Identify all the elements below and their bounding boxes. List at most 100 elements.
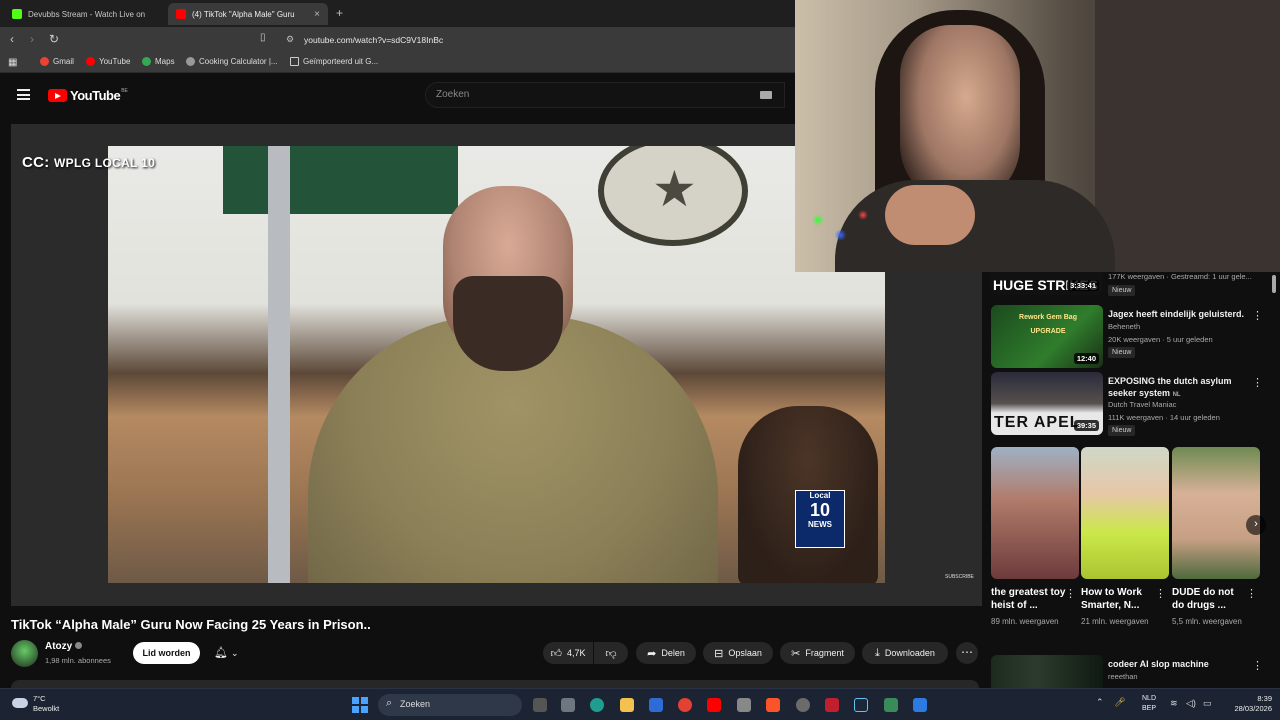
hamburger-menu-icon[interactable]	[17, 89, 30, 100]
kebab-menu-icon[interactable]: ⋮	[1155, 587, 1166, 600]
bookmark-youtube[interactable]: YouTube	[86, 57, 130, 66]
webcam-background-shelf	[1095, 0, 1280, 272]
subscriber-count: 1,98 mln. abonnees	[45, 656, 111, 665]
video-title: EXPOSING the dutch asylum seeker system …	[1108, 376, 1232, 398]
clip-button[interactable]: ✂ Fragment	[780, 642, 855, 664]
bell-icon: 🔔︎	[214, 647, 228, 659]
channel-name[interactable]: reeethan	[1108, 672, 1138, 681]
site-info-icon[interactable]: ⚙	[286, 34, 294, 45]
task-view-icon[interactable]	[533, 698, 547, 712]
windows-start-icon[interactable]	[352, 697, 368, 713]
volume-icon[interactable]: ◁)	[1186, 698, 1196, 709]
save-bookmark-icon: ⊟	[714, 647, 724, 660]
dislike-button[interactable]: 👎︎	[594, 642, 628, 664]
channel-name[interactable]: Atozy	[45, 641, 83, 652]
download-icon: ⤓	[875, 646, 880, 659]
system-tray[interactable]: ⌃ 🎤︎	[1096, 697, 1126, 708]
subscribe-watermark[interactable]: SUBSCRIBE	[945, 574, 974, 580]
kick-favicon-icon	[12, 9, 22, 19]
keyboard-icon[interactable]	[760, 91, 772, 99]
download-button[interactable]: ⤓ Downloaden	[862, 642, 948, 664]
channel-name[interactable]: Dutch Travel Maniac	[1108, 400, 1176, 409]
webcam-overlay	[795, 0, 1280, 272]
apps-grid-icon[interactable]: ▦	[8, 57, 17, 68]
sidebar-scrollbar[interactable]	[1272, 275, 1276, 293]
scissors-icon: ✂	[791, 647, 801, 660]
short-item[interactable]: DUDE do not do drugs ... 5,5 mln. weerga…	[1172, 447, 1260, 627]
edge-icon[interactable]	[590, 698, 604, 712]
youtube-favicon-icon	[176, 9, 186, 19]
save-button[interactable]: ⊟ Opslaan	[703, 642, 773, 664]
mic-icon[interactable]: 🎤︎	[1114, 697, 1125, 707]
description-box[interactable]	[11, 680, 979, 688]
app-green-icon[interactable]	[884, 698, 898, 712]
forward-arrow-icon[interactable]: ›	[30, 32, 34, 46]
recommendation-item[interactable]: HUGE STRIKES 3:33:41 177K weergaven · Ge…	[990, 272, 1260, 296]
youtube-app-icon[interactable]	[707, 698, 721, 712]
recommendation-item[interactable]: Rework Gem Bag UPGRADE 12:40 Jagex heeft…	[990, 305, 1263, 369]
recommendation-item[interactable]: codeer AI slop machine reeethan ⋮	[990, 655, 1263, 688]
kebab-menu-icon[interactable]: ⋮	[1065, 587, 1076, 600]
channel-avatar[interactable]	[11, 640, 38, 667]
channel-name[interactable]: Beheneth	[1108, 322, 1140, 331]
input-language[interactable]: NLD BEP	[1142, 694, 1156, 714]
search-input[interactable]: Zoeken	[425, 82, 785, 108]
calculator-icon[interactable]	[737, 698, 751, 712]
short-item[interactable]: the greatest toy heist of ... 89 mln. we…	[991, 447, 1079, 627]
like-button[interactable]: 👍︎ 4,7K	[543, 642, 593, 664]
bookmark-imported-folder[interactable]: Geïmporteerd uit G...	[290, 57, 378, 66]
taskbar-search[interactable]: Zoeken	[378, 694, 522, 716]
cloud-icon[interactable]	[12, 698, 28, 708]
wifi-icon[interactable]: ≋	[1170, 698, 1178, 709]
youtube-logo[interactable]: YouTube BE	[48, 88, 128, 103]
steam-icon[interactable]	[854, 698, 868, 712]
chrome-icon[interactable]	[678, 698, 692, 712]
brave-icon[interactable]	[766, 698, 780, 712]
maps-icon	[142, 57, 151, 66]
kebab-menu-icon[interactable]: ⋮	[1246, 587, 1257, 600]
short-title: How to Work Smarter, N...	[1081, 587, 1142, 611]
battery-icon[interactable]: ▭	[1203, 698, 1212, 709]
bookmark-maps[interactable]: Maps	[142, 57, 175, 66]
kebab-menu-icon[interactable]: ⋮	[1252, 659, 1263, 672]
chevron-down-icon: ⌄	[231, 648, 239, 658]
bookmark-cooking-calculator[interactable]: Cooking Calculator |...	[186, 57, 278, 66]
reload-icon[interactable]: ↻	[49, 32, 59, 46]
app-blue-icon[interactable]	[913, 698, 927, 712]
local10-news-logo: Local 10 NEWS	[795, 490, 845, 548]
short-item[interactable]: How to Work Smarter, N... 21 mln. weerga…	[1081, 447, 1169, 627]
more-actions-icon[interactable]: ⋯	[956, 642, 978, 664]
tab-kick-stream[interactable]: Devubbs Stream - Watch Live on	[4, 3, 164, 25]
streamer-face	[900, 25, 1020, 205]
outlook-icon[interactable]	[649, 698, 663, 712]
folder-icon	[290, 57, 299, 66]
verified-icon	[75, 642, 83, 649]
back-arrow-icon[interactable]: ‹	[10, 32, 14, 46]
notification-bell-button[interactable]: 🔔︎ ⌄	[208, 642, 254, 664]
store-icon[interactable]	[561, 698, 575, 712]
bookmark-gmail[interactable]: Gmail	[40, 57, 74, 66]
chevron-right-icon[interactable]: ›	[1246, 515, 1266, 535]
video-title: Jagex heeft eindelijk geluisterd.	[1108, 309, 1245, 319]
join-button[interactable]: Lid worden	[133, 642, 200, 664]
share-button[interactable]: ➦ Delen	[636, 642, 696, 664]
close-tab-icon[interactable]: ×	[314, 9, 320, 20]
app-red-icon[interactable]	[825, 698, 839, 712]
tab-youtube-video[interactable]: (4) TikTok "Alpha Male" Guru ×	[168, 3, 328, 25]
new-tab-button[interactable]: +	[336, 6, 343, 20]
short-views: 5,5 mln. weergaven	[1172, 617, 1242, 626]
address-bar[interactable]: ⚙ youtube.com/watch?v=sdC9V18InBc	[280, 31, 800, 49]
green-board	[223, 146, 458, 214]
weather-widget[interactable]: 7°C Bewolkt	[33, 694, 59, 714]
system-clock[interactable]: 8:39 28/03/2026	[1218, 694, 1272, 714]
kebab-menu-icon[interactable]: ⋮	[1252, 376, 1263, 389]
chevron-up-icon[interactable]: ⌃	[1096, 697, 1104, 707]
bookmark-icon[interactable]: ▯	[260, 32, 266, 43]
obs-icon[interactable]	[796, 698, 810, 712]
tab-title: (4) TikTok "Alpha Male" Guru	[192, 9, 295, 19]
recommendation-item[interactable]: TER APEL 39:35 EXPOSING the dutch asylum…	[990, 372, 1263, 436]
kebab-menu-icon[interactable]: ⋮	[1252, 309, 1263, 322]
file-explorer-icon[interactable]	[620, 698, 634, 712]
video-thumbnail	[991, 655, 1103, 688]
new-badge: Nieuw	[1108, 347, 1136, 358]
